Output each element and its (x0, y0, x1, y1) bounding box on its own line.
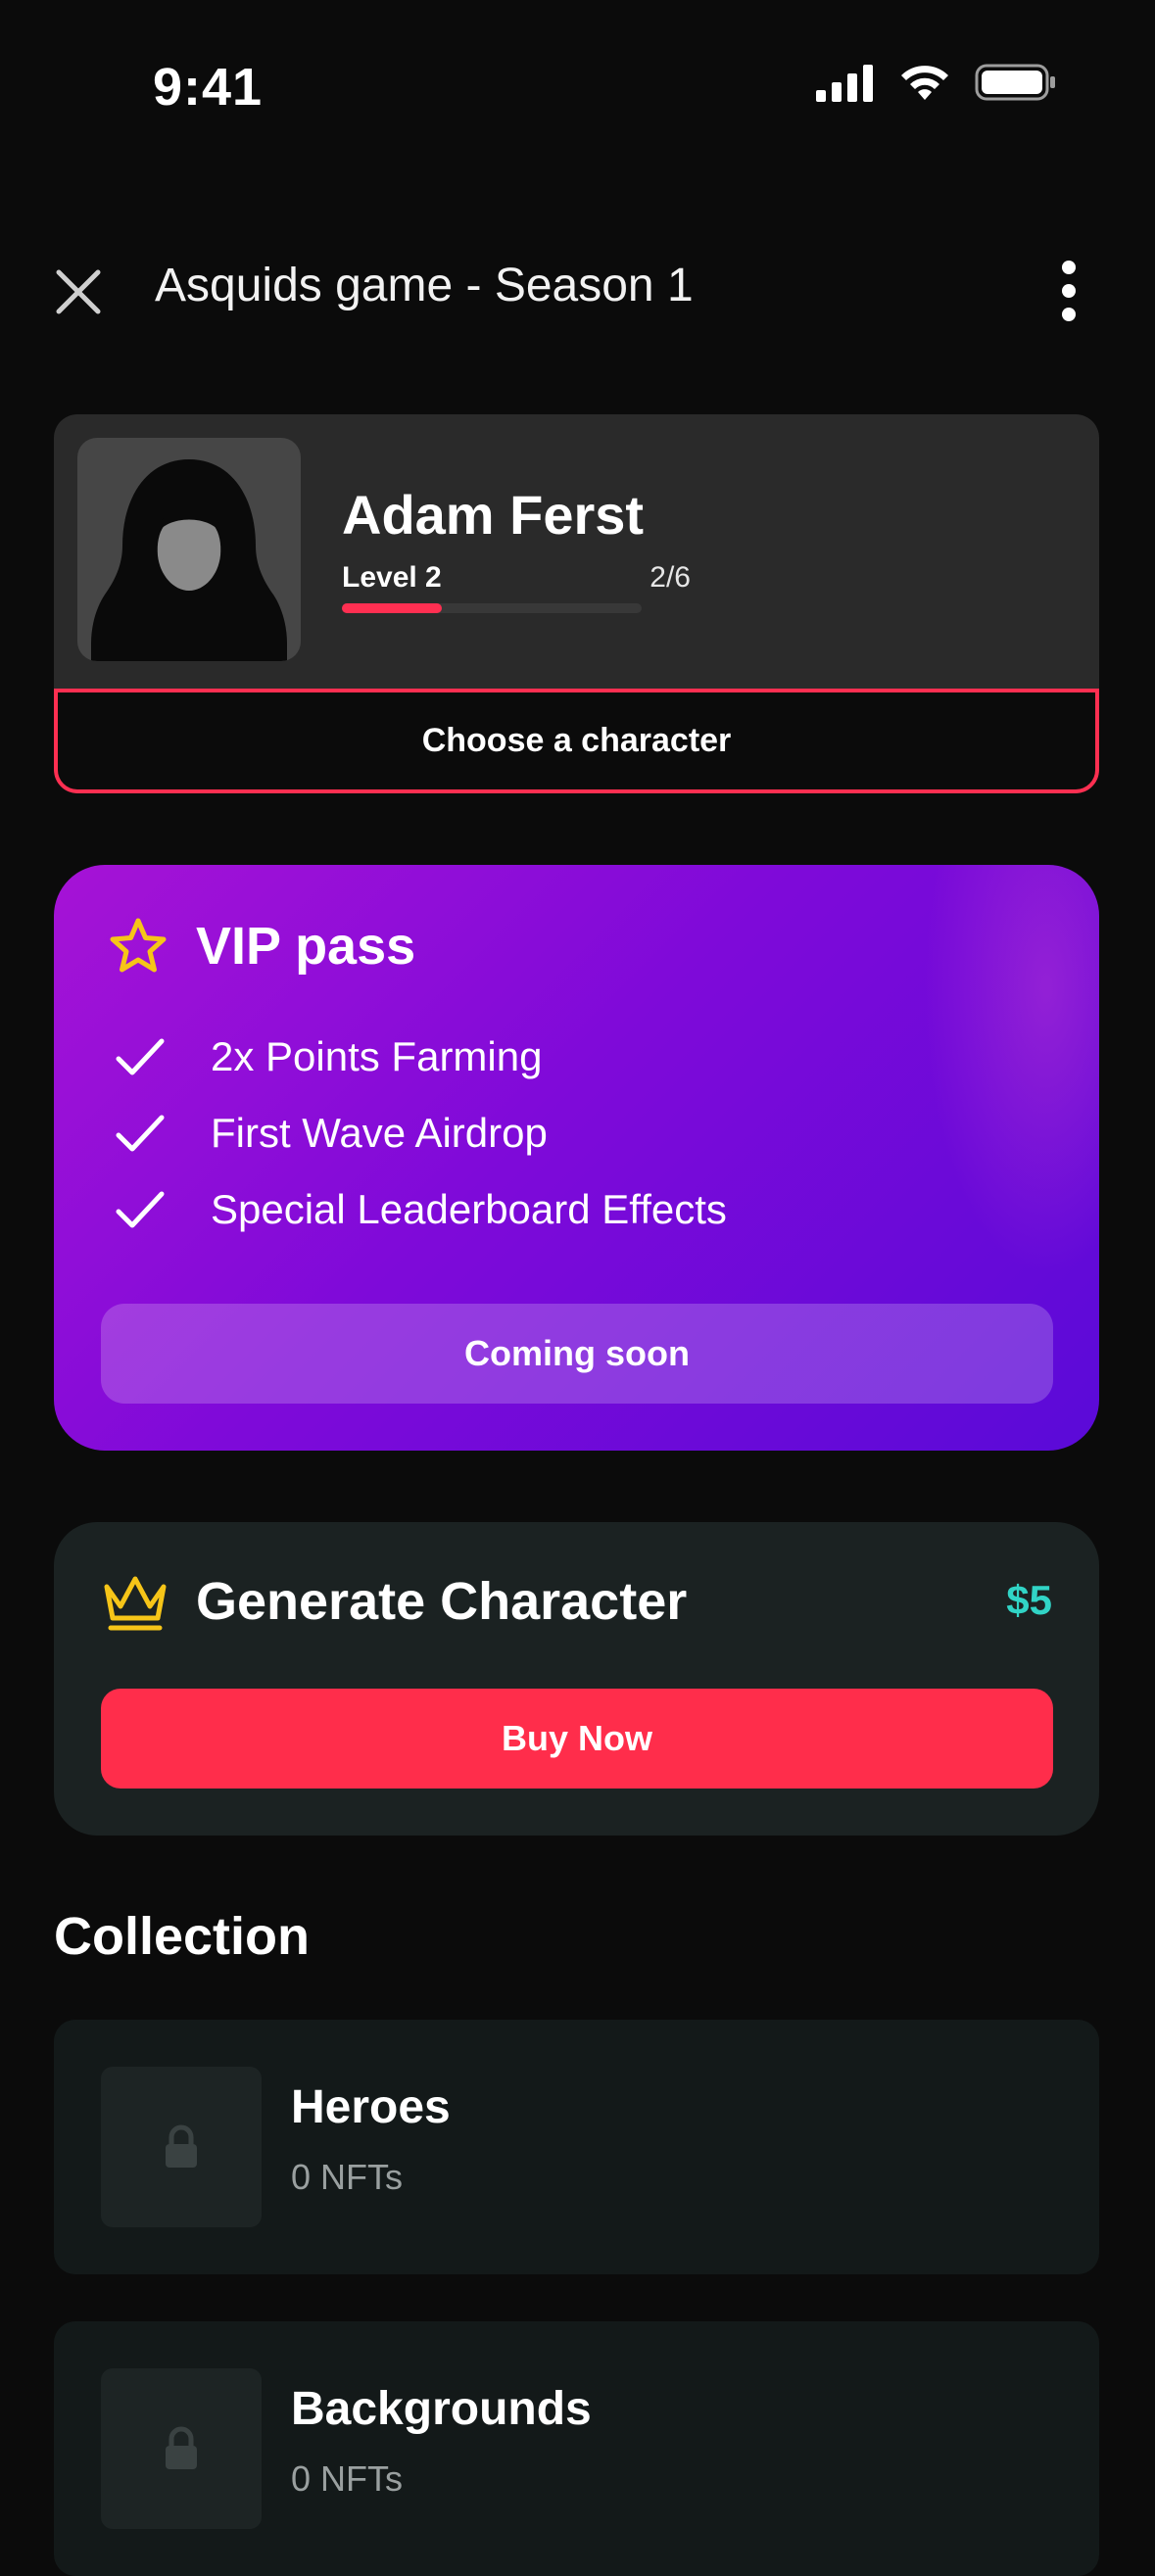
check-icon (116, 1115, 165, 1152)
profile-card: Adam Ferst Level 2 2/6 Choose a characte… (54, 414, 1099, 793)
collection-thumbnail (101, 2067, 262, 2227)
check-icon (116, 1191, 165, 1228)
collection-item-count: 0 NFTs (291, 2458, 404, 2499)
level-progress-text: 2/6 (650, 561, 691, 594)
status-icons (816, 63, 1057, 102)
collection-item-heroes[interactable]: Heroes 0 NFTs (54, 2020, 1099, 2274)
collection-item-name: Heroes (291, 2081, 451, 2133)
check-icon (116, 1038, 165, 1075)
vip-benefit: 2x Points Farming (113, 1029, 542, 1084)
vip-benefit: Special Leaderboard Effects (113, 1182, 727, 1237)
generate-title: Generate Character (196, 1572, 688, 1631)
coming-soon-button[interactable]: Coming soon (101, 1304, 1053, 1404)
collection-thumbnail (101, 2368, 262, 2529)
page-title: Asquids game - Season 1 (155, 260, 694, 311)
more-options-button[interactable] (1057, 261, 1081, 321)
choose-character-button[interactable]: Choose a character (54, 689, 1099, 793)
player-name: Adam Ferst (342, 484, 645, 546)
vip-benefit-label: 2x Points Farming (211, 1033, 543, 1079)
level-progress-bar (342, 603, 642, 613)
star-icon (110, 918, 167, 973)
vip-benefit-label: Special Leaderboard Effects (211, 1186, 727, 1232)
collection-item-name: Backgrounds (291, 2383, 592, 2435)
close-button[interactable] (51, 264, 106, 319)
wifi-icon (901, 66, 948, 100)
hooded-figure-icon (91, 459, 287, 661)
battery-icon (975, 64, 1055, 101)
collection-title: Collection (54, 1907, 311, 1966)
avatar[interactable] (77, 438, 301, 661)
vip-benefit-label: First Wave Airdrop (211, 1110, 548, 1156)
buy-now-button[interactable]: Buy Now (101, 1689, 1053, 1789)
status-time: 9:41 (153, 58, 264, 117)
crown-icon (104, 1576, 167, 1631)
price-label: $5 (1006, 1577, 1052, 1623)
vip-title: VIP pass (196, 917, 416, 976)
vip-decoration (923, 865, 1099, 1276)
lock-icon (166, 2426, 197, 2469)
collection-item-backgrounds[interactable]: Backgrounds 0 NFTs (54, 2321, 1099, 2576)
player-level: Level 2 (342, 561, 442, 594)
more-dots-icon (1062, 261, 1076, 274)
generate-character-card: Generate Character $5 Buy Now (54, 1522, 1099, 1836)
level-progress-fill (342, 603, 442, 613)
vip-benefit: First Wave Airdrop (113, 1106, 548, 1161)
collection-item-count: 0 NFTs (291, 2157, 404, 2197)
vip-pass-card: VIP pass 2x Points Farming First Wave Ai… (54, 865, 1099, 1451)
lock-icon (166, 2124, 197, 2168)
close-icon (56, 269, 101, 314)
cellular-signal-icon (816, 65, 873, 102)
